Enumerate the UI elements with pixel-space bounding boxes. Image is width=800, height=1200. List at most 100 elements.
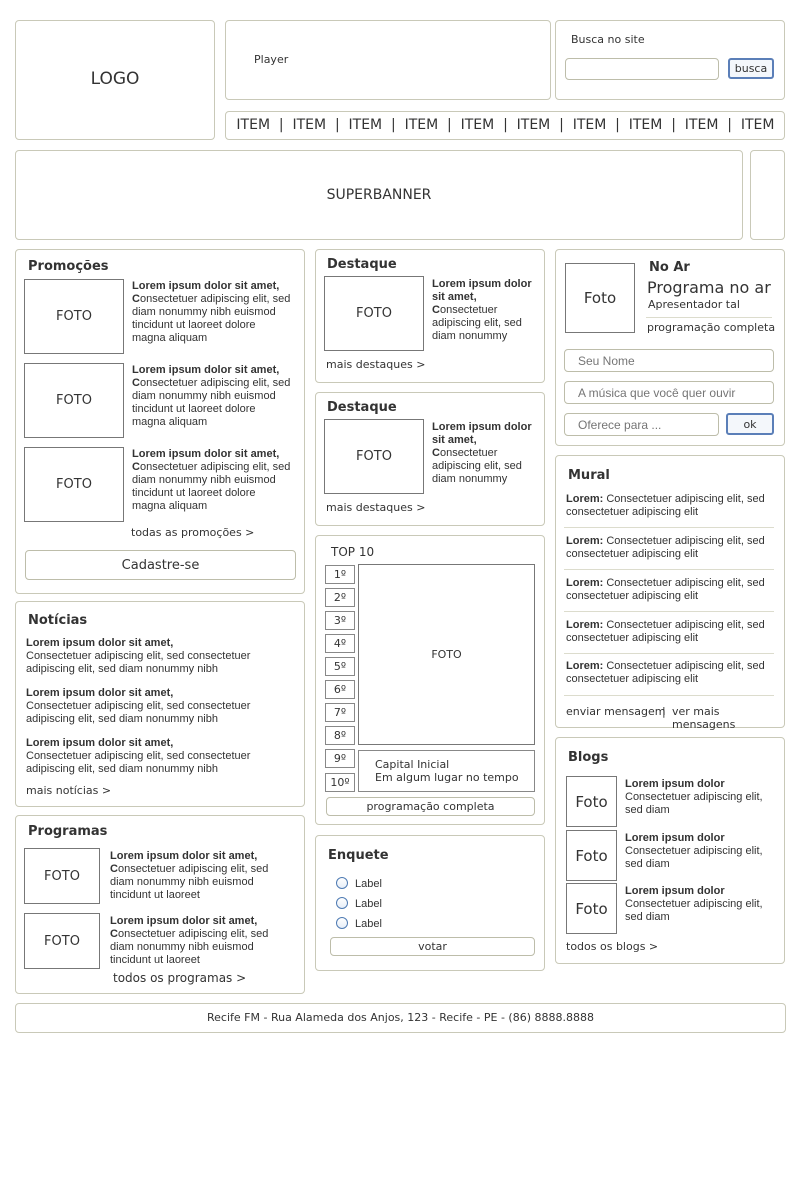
rank-1[interactable]: 1º [325, 565, 355, 584]
rank-8[interactable]: 8º [325, 726, 355, 745]
dedicate-field[interactable] [564, 413, 719, 436]
rank-4[interactable]: 4º [325, 634, 355, 653]
blogs-title: Blogs [568, 750, 609, 765]
nav-item[interactable]: ITEM [461, 117, 495, 133]
top10-schedule-button[interactable]: programação completa [326, 797, 535, 816]
promocoes-panel: Promoções FOTO Lorem ipsum dolor sit ame… [15, 249, 305, 594]
promocoes-more-link[interactable]: todas as promoções > [131, 526, 254, 539]
nav-separator: | [671, 117, 676, 133]
rank-10[interactable]: 10º [325, 773, 355, 792]
destaque-more-link[interactable]: mais destaques > [326, 501, 425, 514]
programas-more-link[interactable]: todos os programas > [113, 971, 246, 985]
rank-5[interactable]: 5º [325, 657, 355, 676]
nav-item[interactable]: ITEM [517, 117, 551, 133]
blog-photo[interactable]: Foto [566, 883, 617, 934]
promo-photo[interactable]: FOTO [24, 447, 124, 522]
nav-item[interactable]: ITEM [349, 117, 383, 133]
destaque-photo[interactable]: FOTO [324, 276, 424, 351]
nav-separator: | [503, 117, 508, 133]
destaque-text[interactable]: Lorem ipsum dolor sit amet, Consectetuer … [432, 278, 532, 343]
poll-radio[interactable] [336, 877, 348, 889]
side-banner[interactable] [750, 150, 785, 240]
news-item[interactable]: Lorem ipsum dolor sit amet, Consectetuer … [26, 737, 296, 776]
poll-radio[interactable] [336, 897, 348, 909]
logo-box[interactable]: LOGO [15, 20, 215, 140]
no-ar-schedule-link[interactable]: programação completa [647, 321, 775, 334]
mural-link-separator: | [662, 705, 666, 718]
nav-separator: | [559, 117, 564, 133]
blog-text[interactable]: Lorem ipsum dolor Consectetuer adipiscing… [625, 778, 775, 817]
nav-item[interactable]: ITEM [629, 117, 663, 133]
destaque-text[interactable]: Lorem ipsum dolor sit amet, Consectetuer … [432, 421, 532, 486]
vote-button[interactable]: votar [330, 937, 535, 956]
blog-text[interactable]: Lorem ipsum dolor Consectetuer adipiscing… [625, 885, 775, 924]
nav-separator: | [390, 117, 396, 133]
top10-photo[interactable]: FOTO [358, 564, 535, 745]
destaque-title: Destaque [327, 400, 397, 415]
promo-text[interactable]: Lorem ipsum dolor sit amet, Consectetuer … [132, 448, 292, 513]
top10-title: TOP 10 [331, 545, 375, 559]
rank-2[interactable]: 2º [325, 588, 355, 607]
program-text[interactable]: Lorem ipsum dolor sit amet, Consectetuer … [110, 850, 280, 902]
nav-item[interactable]: ITEM [292, 117, 326, 133]
program-photo[interactable]: FOTO [24, 913, 100, 969]
rank-6[interactable]: 6º [325, 680, 355, 699]
mural-title: Mural [568, 468, 610, 483]
program-photo[interactable]: FOTO [24, 848, 100, 904]
ok-button[interactable]: ok [726, 413, 774, 435]
program-text[interactable]: Lorem ipsum dolor sit amet, Consectetuer … [110, 915, 280, 967]
promo-text[interactable]: Lorem ipsum dolor sit amet, Consectetuer … [132, 280, 292, 345]
blog-photo[interactable]: Foto [566, 830, 617, 881]
top10-song-info[interactable]: Capital Inicial Em algum lugar no tempo [358, 750, 535, 792]
rank-9[interactable]: 9º [325, 749, 355, 768]
promo-photo[interactable]: FOTO [24, 279, 124, 354]
mural-message[interactable]: Lorem: Consectetuer adipiscing elit, sed… [566, 660, 778, 686]
search-input[interactable] [565, 58, 719, 80]
signup-button[interactable]: Cadastre-se [25, 550, 296, 580]
mural-message[interactable]: Lorem: Consectetuer adipiscing elit, sed… [566, 535, 778, 561]
mural-message[interactable]: Lorem: Consectetuer adipiscing elit, sed… [566, 493, 778, 519]
mural-message[interactable]: Lorem: Consectetuer adipiscing elit, sed… [566, 577, 778, 603]
player-label: Player [254, 53, 289, 66]
rank-3[interactable]: 3º [325, 611, 355, 630]
rank-7[interactable]: 7º [325, 703, 355, 722]
nav-item[interactable]: ITEM [236, 117, 270, 133]
superbanner[interactable]: SUPERBANNER [15, 150, 743, 240]
nav-item[interactable]: ITEM [573, 117, 607, 133]
name-field[interactable] [564, 349, 774, 372]
more-messages-link[interactable]: ver mais mensagens [672, 705, 784, 731]
search-label: Busca no site [571, 33, 645, 46]
nav-item[interactable]: ITEM [685, 117, 719, 133]
blog-text[interactable]: Lorem ipsum dolor Consectetuer adipiscing… [625, 832, 775, 871]
poll-option-label: Label [355, 878, 382, 890]
news-item[interactable]: Lorem ipsum dolor sit amet, Consectetuer … [26, 637, 296, 676]
send-message-link[interactable]: enviar mensagem [566, 705, 665, 718]
nav-item[interactable]: ITEM [741, 117, 775, 133]
poll-radio[interactable] [336, 917, 348, 929]
nav-item[interactable]: ITEM [405, 117, 439, 133]
no-ar-photo[interactable]: Foto [565, 263, 635, 333]
promo-photo[interactable]: FOTO [24, 363, 124, 438]
destaque-more-link[interactable]: mais destaques > [326, 358, 425, 371]
song-request-field[interactable] [564, 381, 774, 404]
nav-separator: | [447, 117, 452, 133]
blog-photo[interactable]: Foto [566, 776, 617, 827]
no-ar-title: No Ar [649, 260, 690, 275]
destaque-photo[interactable]: FOTO [324, 419, 424, 494]
promocoes-title: Promoções [28, 259, 109, 274]
top10-artist: Capital Inicial [375, 758, 450, 771]
nav-separator: | [278, 117, 284, 133]
noticias-more-link[interactable]: mais notícias > [26, 784, 111, 797]
search-button[interactable]: busca [728, 58, 774, 79]
mural-panel: Mural Lorem: Consectetuer adipiscing eli… [555, 455, 785, 731]
blogs-more-link[interactable]: todos os blogs > [566, 940, 658, 953]
divider [564, 569, 774, 570]
destaque-panel: Destaque FOTO Lorem ipsum dolor sit amet… [315, 392, 545, 526]
promo-text[interactable]: Lorem ipsum dolor sit amet, Consectetuer … [132, 364, 292, 429]
news-item[interactable]: Lorem ipsum dolor sit amet, Consectetuer … [26, 687, 296, 726]
player-box[interactable]: Player [225, 20, 551, 100]
enquete-title: Enquete [328, 848, 389, 863]
mural-message[interactable]: Lorem: Consectetuer adipiscing elit, sed… [566, 619, 778, 645]
poll-option-label: Label [355, 918, 382, 930]
nav-separator: | [615, 117, 620, 133]
